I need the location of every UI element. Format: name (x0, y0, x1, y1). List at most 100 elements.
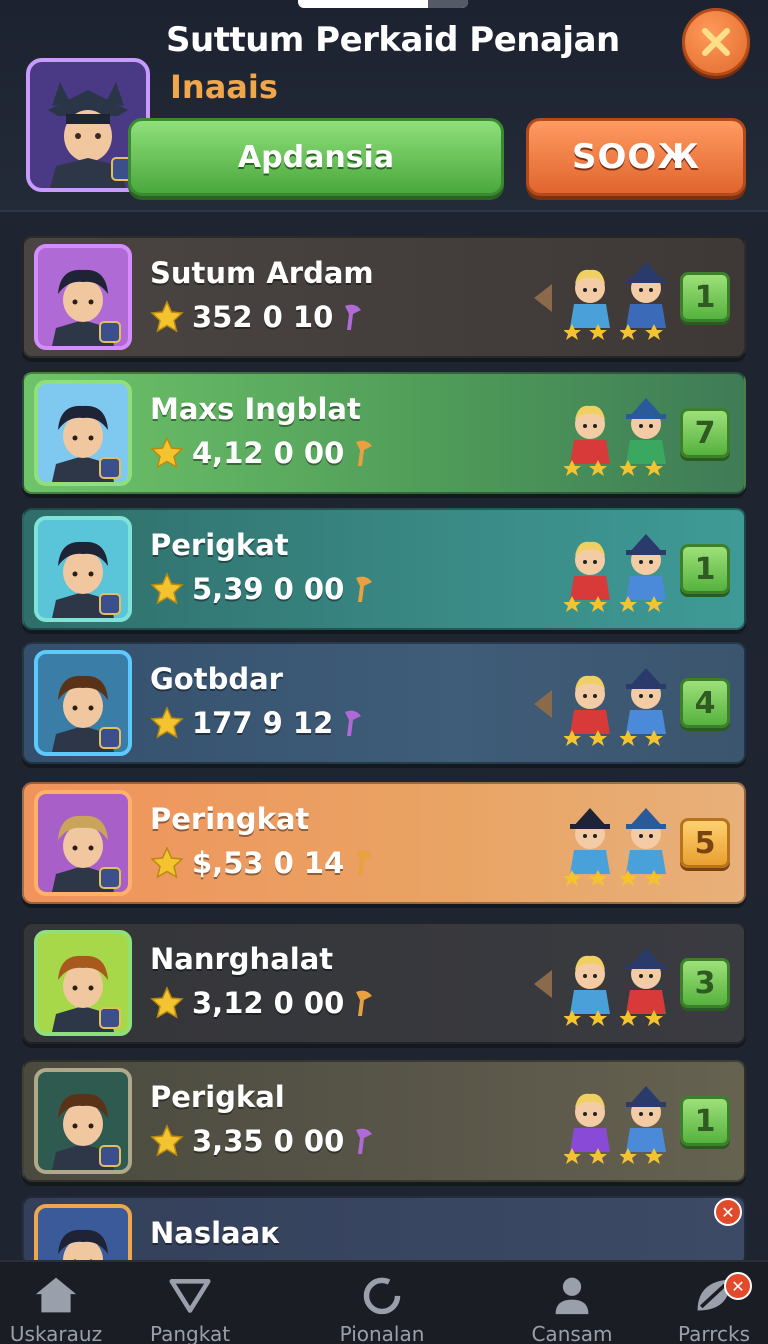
character-portrait-icon (52, 1093, 121, 1170)
boost-icon (345, 304, 362, 330)
player-name: Gotbdar (150, 662, 283, 696)
team-character-icon (619, 662, 672, 750)
bottom-navigation: Uskarauz Pangkat Pionalan Cansam Parrcks… (0, 1260, 768, 1344)
trend-arrow-icon (534, 970, 552, 998)
rank-badge: 5 (680, 818, 730, 868)
player-score: 177 9 12 (192, 706, 334, 740)
nav-item-profile[interactable]: Cansam (512, 1274, 632, 1344)
leaderboard-row[interactable]: Sutum Ardam 352 0 10 1 (22, 236, 746, 358)
rank-badge: 1 (680, 272, 730, 322)
profile-icon (555, 1277, 589, 1315)
boost-icon (356, 576, 373, 602)
player-score: 352 0 10 (192, 300, 334, 334)
player-name: Nanrghalat (150, 942, 334, 976)
boost-icon (356, 850, 373, 876)
primary-action-button[interactable]: Apdansia (128, 118, 504, 196)
score-line: 3,12 0 00 (150, 986, 376, 1020)
boost-icon (356, 990, 373, 1016)
trend-arrow-icon (534, 284, 552, 312)
leaderboard-row[interactable]: Gotbdar 177 9 12 4 (22, 642, 746, 764)
player-score: 3,35 0 00 (192, 1124, 345, 1158)
character-portrait-icon (52, 675, 121, 752)
character-portrait-icon (52, 541, 121, 618)
header-bar: Suttum Perkaid Penajan Inaais Apdansia S… (0, 0, 768, 212)
team-character-icon (619, 942, 672, 1030)
nav-close-badge[interactable]: ✕ (724, 1272, 752, 1300)
status-pill (298, 0, 468, 8)
score-line: 4,12 0 00 (150, 436, 376, 470)
team-character-icon (563, 942, 616, 1030)
row-avatar (34, 930, 132, 1036)
home-icon (35, 1277, 77, 1313)
team-character-icon (563, 392, 616, 480)
star-icon (150, 706, 184, 739)
close-button[interactable] (682, 8, 750, 76)
leaderboard-row[interactable]: Nanrghalat 3,12 0 00 3 (22, 922, 746, 1044)
leaderboard-row[interactable]: Peringkat $,53 0 14 5 (22, 782, 746, 904)
close-x-icon (702, 28, 730, 56)
page-subtitle: Inaais (170, 68, 278, 106)
nav-item-circle[interactable]: Pionalan (322, 1274, 442, 1344)
star-icon (150, 300, 184, 333)
player-score: $,53 0 14 (192, 846, 345, 880)
circle-icon (363, 1277, 401, 1315)
star-icon (150, 846, 184, 879)
rank-badge: 7 (680, 408, 730, 458)
player-name: Sutum Ardam (150, 256, 374, 290)
nav-label-home: Uskarauz (9, 1322, 103, 1344)
row-avatar (34, 244, 132, 350)
leaderboard-row[interactable]: Perigkal 3,35 0 00 1 (22, 1060, 746, 1182)
player-name: Maxs Ingblat (150, 392, 361, 426)
team-character-icon (563, 256, 616, 344)
nav-label-profile: Cansam (531, 1322, 613, 1344)
row-avatar (34, 650, 132, 756)
rank-badge: 1 (680, 1096, 730, 1146)
team-character-icon (563, 1080, 616, 1168)
player-name: Perigkal (150, 1080, 285, 1114)
character-portrait-icon (58, 1229, 108, 1264)
player-name: Peringkat (150, 802, 310, 836)
leaderboard-row[interactable]: Maxs Ingblat 4,12 0 00 7 (22, 372, 746, 494)
trend-arrow-icon (534, 690, 552, 718)
player-name: Perigkat (150, 528, 289, 562)
nav-label-circle: Pionalan (339, 1322, 425, 1344)
character-portrait-icon (52, 269, 121, 346)
row-avatar (34, 1204, 132, 1264)
row-avatar (34, 790, 132, 896)
player-score: 3,12 0 00 (192, 986, 345, 1020)
player-score: 4,12 0 00 (192, 436, 345, 470)
row-close-badge[interactable]: ✕ (714, 1198, 742, 1226)
secondary-action-button[interactable]: SOOЖ (526, 118, 746, 196)
boost-icon (345, 710, 362, 736)
star-icon (150, 436, 184, 469)
star-icon (150, 572, 184, 605)
score-line: 177 9 12 (150, 706, 365, 740)
page-title: Suttum Perkaid Penajan (166, 20, 620, 60)
rank-badge: 4 (680, 678, 730, 728)
team-character-icon (563, 802, 616, 890)
team-character-icon (563, 528, 616, 616)
player-name: Naslaaк (150, 1216, 280, 1250)
score-line: 352 0 10 (150, 300, 365, 334)
player-score: 5,39 0 00 (192, 572, 345, 606)
boost-icon (356, 1128, 373, 1154)
boost-icon (356, 440, 373, 466)
nav-item-rank[interactable]: Pangkat (130, 1274, 250, 1344)
team-character-icon (619, 802, 672, 890)
team-character-icon (619, 1080, 672, 1168)
rank-badge: 3 (680, 958, 730, 1008)
nav-label-leaf: Parrcks (677, 1322, 751, 1344)
row-avatar (34, 380, 132, 486)
score-line: 5,39 0 00 (150, 572, 376, 606)
nav-item-home[interactable]: Uskarauz (0, 1274, 116, 1344)
character-portrait-icon (52, 405, 121, 482)
star-icon (150, 986, 184, 1019)
team-character-icon (619, 256, 672, 344)
score-line: $,53 0 14 (150, 846, 376, 880)
leaderboard-row[interactable]: Perigkat 5,39 0 00 1 (22, 508, 746, 630)
nav-label-rank: Pangkat (149, 1322, 231, 1344)
triangle-icon (169, 1279, 211, 1313)
leaderboard-row[interactable]: Naslaaк ✕ (22, 1196, 746, 1266)
star-icon (150, 1124, 184, 1157)
rank-badge: 1 (680, 544, 730, 594)
